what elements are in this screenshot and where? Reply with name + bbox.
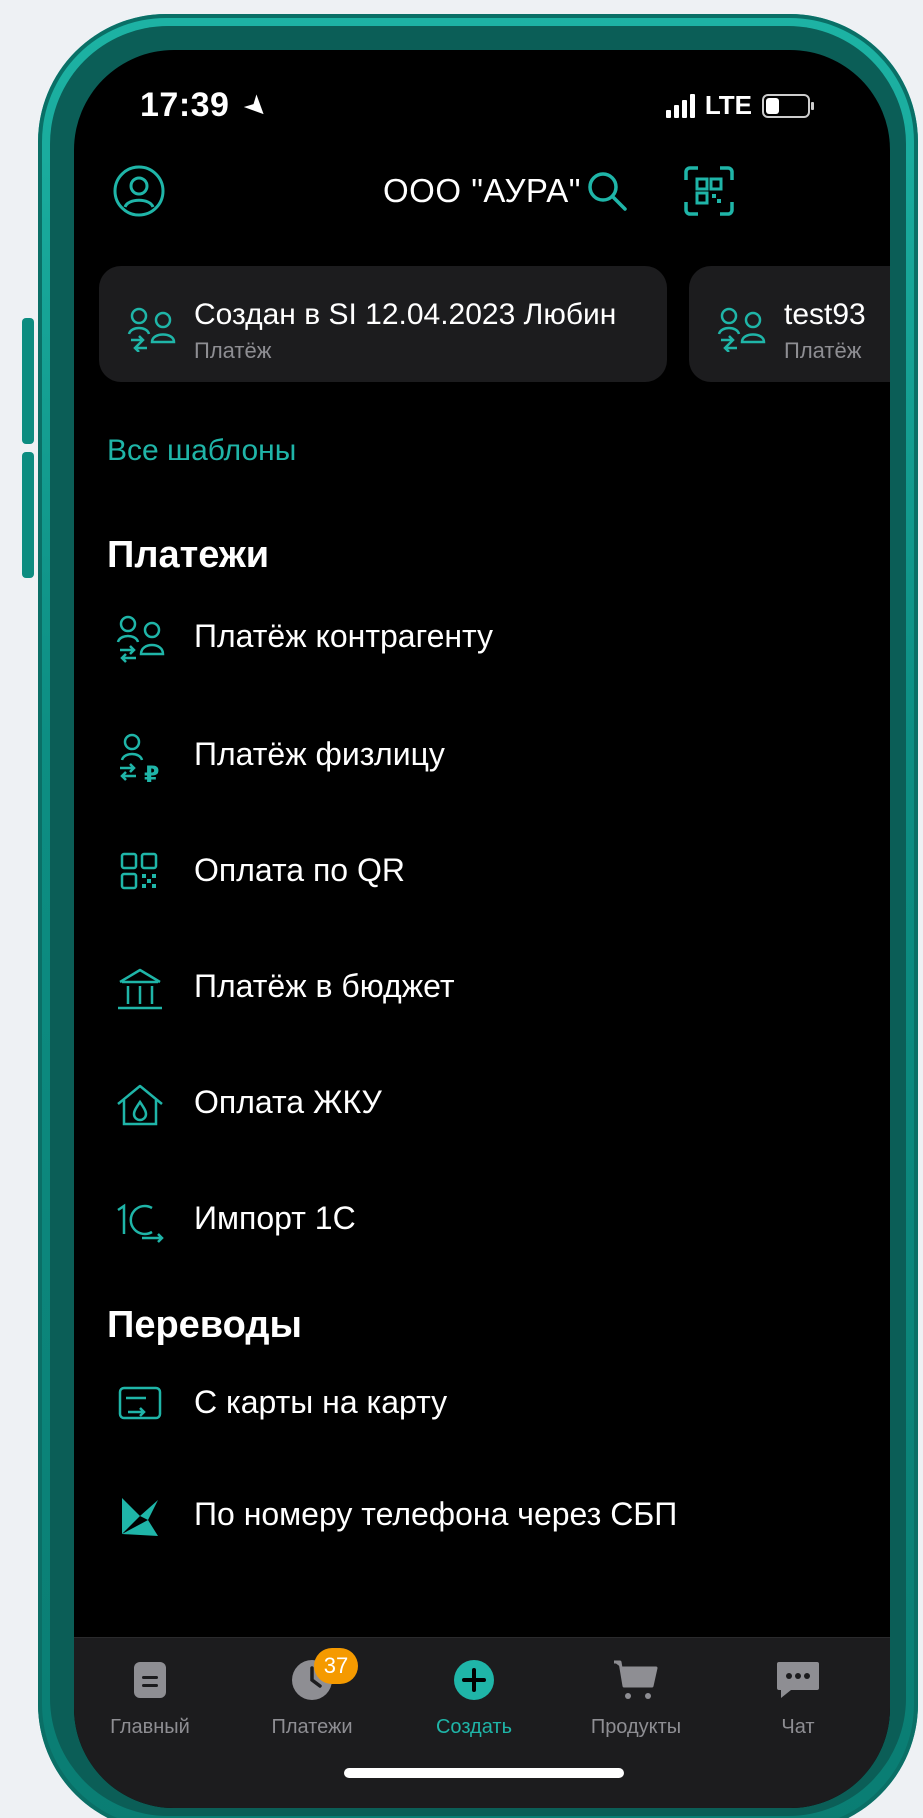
battery-icon: [762, 93, 814, 118]
qr-code-icon: [120, 852, 158, 890]
counterparty-payment-icon: [717, 307, 766, 352]
menu-item-import-1c[interactable]: Импорт 1С: [74, 1188, 890, 1268]
page-title: ООО "АУРА": [383, 172, 581, 209]
menu-item-label: Платёж физлицу: [194, 736, 445, 772]
menu-item-label: Оплата ЖКУ: [194, 1084, 382, 1120]
scan-qr-button[interactable]: [674, 156, 744, 226]
menu-item-label: Импорт 1С: [194, 1200, 356, 1236]
budget-building-icon: [118, 968, 162, 1010]
volume-up-button: [22, 318, 34, 444]
signal-icon: [665, 93, 695, 118]
plus-circle-icon: [454, 1660, 494, 1700]
home-indicator[interactable]: [344, 1768, 624, 1778]
tab-label: Чат: [781, 1716, 815, 1738]
counterparty-payment-icon: [127, 307, 176, 352]
template-card[interactable]: Создан в SI 12.04.2023 Любин Платёж: [99, 266, 667, 382]
templates-carousel[interactable]: Создан в SI 12.04.2023 Любин Платёж test…: [99, 266, 890, 382]
menu-item-individual-payment[interactable]: ₽ Платёж физлицу: [74, 724, 890, 804]
tab-home[interactable]: Главный: [80, 1652, 220, 1739]
tab-payments[interactable]: 37 Платежи: [242, 1648, 382, 1739]
tab-icon-wrap: [566, 1652, 706, 1708]
menu-item-card-to-card[interactable]: С карты на карту: [74, 1372, 890, 1452]
tab-label: Платежи: [271, 1716, 353, 1738]
all-templates-link[interactable]: Все шаблоны: [107, 434, 296, 468]
tab-label: Создать: [435, 1716, 512, 1738]
sbp-icon: [122, 1498, 158, 1536]
svg-text:₽: ₽: [144, 763, 159, 786]
template-subtitle: Платёж: [784, 338, 862, 363]
tab-icon-wrap: 37: [242, 1648, 382, 1708]
tab-create[interactable]: Создать: [404, 1652, 544, 1739]
tab-products[interactable]: Продукты: [566, 1652, 706, 1739]
status-time-text: 17:39: [140, 86, 230, 124]
menu-item-budget-payment[interactable]: Платёж в бюджет: [74, 956, 890, 1036]
import-1c-icon: [117, 1203, 164, 1243]
menu-item-label: Платёж контрагенту: [194, 618, 494, 654]
individual-payment-icon: ₽: [120, 733, 159, 786]
template-subtitle: Платёж: [194, 338, 272, 363]
menu-item-label: Оплата по QR: [194, 852, 405, 888]
qr-scan-icon: [684, 166, 734, 216]
template-card[interactable]: test93 Платёж: [689, 266, 890, 382]
menu-item-counterparty-payment[interactable]: Платёж контрагенту: [74, 606, 890, 686]
notification-badge: 37: [314, 1648, 358, 1684]
document-icon: [134, 1662, 166, 1698]
template-title: Создан в SI 12.04.2023 Любин: [194, 298, 617, 331]
menu-item-label: Платёж в бюджет: [194, 968, 455, 1004]
menu-item-utilities-payment[interactable]: Оплата ЖКУ: [74, 1072, 890, 1152]
tab-label: Продукты: [590, 1716, 682, 1738]
payments-section-title: Платежи: [107, 534, 270, 576]
tab-label: Главный: [110, 1716, 190, 1738]
search-icon: [588, 172, 627, 211]
header: ООО "АУРА": [74, 156, 890, 236]
transfers-section-title: Переводы: [107, 1304, 302, 1346]
status-indicators: LTE: [665, 90, 814, 121]
counterparty-payment-icon: [116, 615, 165, 663]
card-transfer-icon: [118, 1386, 162, 1420]
tab-icon-wrap: [80, 1652, 220, 1708]
menu-item-qr-payment[interactable]: Оплата по QR: [74, 840, 890, 920]
menu-item-label: По номеру телефона через СБП: [194, 1496, 678, 1532]
house-utilities-icon: [117, 1084, 163, 1126]
app-screen: 17:39 ➤ LTE ООО "АУРА" Создан в SI 12.04…: [74, 50, 890, 1808]
tab-chat[interactable]: Чат: [728, 1652, 868, 1739]
volume-down-button: [22, 452, 34, 578]
status-time: 17:39 ➤: [140, 86, 277, 126]
location-arrow-icon: ➤: [237, 87, 277, 126]
template-title: test93: [784, 298, 866, 331]
tab-bar: Главный 37 Платежи Создать Продукты Чат: [74, 1637, 890, 1808]
search-button[interactable]: [572, 156, 642, 226]
tab-icon-wrap: [728, 1652, 868, 1708]
network-label: LTE: [704, 90, 752, 120]
menu-item-label: С карты на карту: [194, 1384, 448, 1420]
menu-item-sbp-transfer[interactable]: По номеру телефона через СБП: [74, 1484, 890, 1564]
chat-icon: [777, 1662, 819, 1698]
device-stage: 17:39 ➤ LTE ООО "АУРА" Создан в SI 12.04…: [0, 0, 923, 1818]
tab-icon-wrap: [404, 1652, 544, 1708]
cart-icon: [614, 1660, 658, 1699]
battery-fill: [766, 97, 779, 114]
